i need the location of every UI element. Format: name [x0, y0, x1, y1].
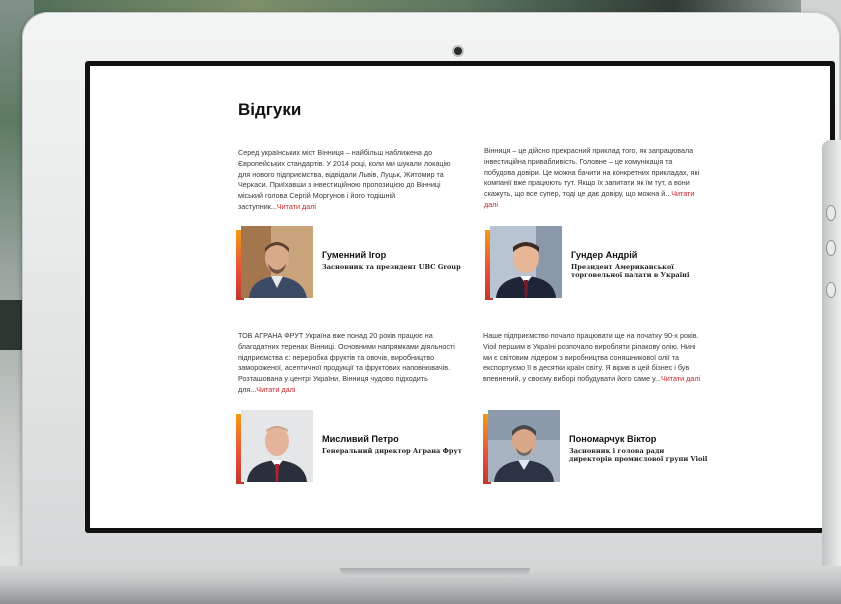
- reviewer-card: Мисливий Петро Генеральний директор Агра…: [236, 410, 466, 490]
- reviewer-name: Мисливий Петро: [322, 434, 399, 444]
- read-more-link[interactable]: Читати далі: [277, 202, 316, 211]
- reviewer-photo: [236, 410, 316, 486]
- review-text: Серед українських міст Вінниця – найбіль…: [238, 148, 451, 211]
- background-device-edge: [0, 300, 24, 350]
- reviewer-role: Генеральний директор Аграна Фрут: [322, 447, 462, 455]
- avatar: [490, 226, 562, 298]
- review-text-block: Серед українських міст Вінниця – найбіль…: [238, 148, 458, 213]
- review-text-block: Наше підприємство почало працювати ще на…: [483, 331, 703, 385]
- read-more-link[interactable]: Читати далі: [661, 374, 700, 383]
- avatar: [241, 410, 313, 482]
- avatar: [488, 410, 560, 482]
- read-more-link[interactable]: Читати далі: [256, 385, 295, 394]
- reviewer-card: Гундер Андрій Президент Американської то…: [485, 226, 715, 306]
- laptop-hinge-notch: [340, 568, 530, 577]
- reviewer-photo: [485, 226, 565, 302]
- laptop-lid: Відгуки Серед українських міст Вінниця –…: [22, 12, 840, 572]
- reviewer-name: Пономарчук Віктор: [569, 434, 657, 444]
- camera-icon: [454, 47, 462, 55]
- page-title: Відгуки: [238, 100, 302, 119]
- reviewer-card: Гуменний Ігор Засновник та президент UBC…: [236, 226, 466, 306]
- review-text-block: ТОВ АГРАНА ФРУТ Україна вже понад 20 рок…: [238, 331, 458, 396]
- review-text-block: Вінниця – це дійсно прекрасний приклад т…: [484, 146, 704, 211]
- reviewer-role: Президент Американської торговельної пал…: [571, 263, 690, 279]
- avatar: [241, 226, 313, 298]
- reviewer-photo: [236, 226, 316, 302]
- reviewer-role: Засновник та президент UBC Group: [322, 263, 461, 271]
- reviewer-role: Засновник і голова ради директорів проми…: [569, 447, 708, 463]
- review-text: Вінниця – це дійсно прекрасний приклад т…: [484, 146, 700, 199]
- reviewer-card: Пономарчук Віктор Засновник і голова рад…: [483, 410, 713, 490]
- reviewer-photo: [483, 410, 563, 486]
- reviewer-name: Гуменний Ігор: [322, 250, 387, 260]
- side-button: [826, 240, 836, 256]
- side-button: [826, 282, 836, 298]
- laptop-screen: Відгуки Серед українських міст Вінниця –…: [90, 66, 830, 528]
- reviewer-name: Гундер Андрій: [571, 250, 638, 260]
- side-button: [826, 205, 836, 221]
